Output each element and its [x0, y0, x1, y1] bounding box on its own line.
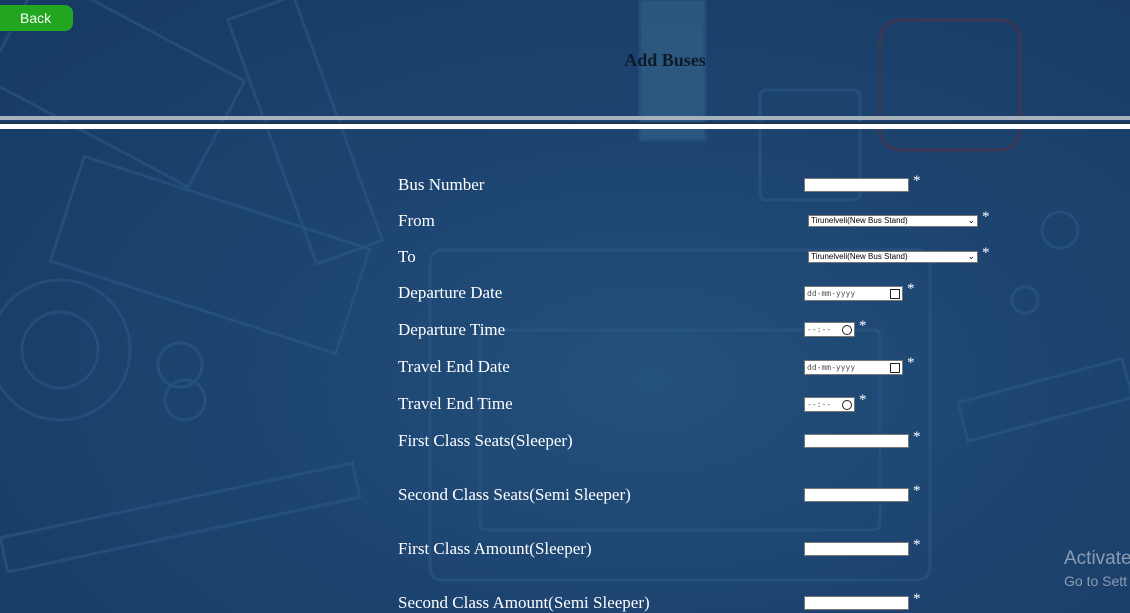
from-label: From — [398, 211, 435, 230]
travel-end-date-label: Travel End Date — [398, 357, 510, 376]
first-class-seats-input[interactable] — [804, 434, 909, 448]
from-select[interactable]: Tirunelveli(New Bus Stand) ⌄ — [808, 215, 978, 227]
required-marker: * — [859, 318, 867, 334]
second-class-amount-label: Second Class Amount(Semi Sleeper) — [398, 593, 650, 612]
chevron-down-icon: ⌄ — [967, 215, 975, 225]
first-class-seats-label: First Class Seats(Sleeper) — [398, 431, 573, 450]
activation-watermark-subtitle: Go to Sett — [1064, 573, 1128, 589]
to-select-value: Tirunelveli(New Bus Stand) — [811, 252, 908, 261]
departure-time-input[interactable]: --:-- — [804, 322, 855, 337]
first-class-amount-input[interactable] — [804, 542, 909, 556]
bus-number-input[interactable] — [804, 178, 909, 192]
activation-watermark-title: Activate — [1064, 548, 1130, 569]
from-select-value: Tirunelveli(New Bus Stand) — [811, 216, 908, 225]
to-label: To — [398, 247, 416, 266]
required-marker: * — [859, 392, 867, 408]
required-marker: * — [913, 173, 921, 189]
calendar-icon[interactable] — [890, 289, 900, 299]
travel-end-time-label: Travel End Time — [398, 394, 513, 413]
clock-icon[interactable] — [842, 325, 852, 335]
departure-time-placeholder: --:-- — [807, 325, 832, 334]
clock-icon[interactable] — [842, 400, 852, 410]
required-marker: * — [982, 245, 990, 261]
chevron-down-icon: ⌄ — [967, 251, 975, 261]
page-title: Add Buses — [624, 50, 706, 70]
travel-end-time-placeholder: --:-- — [807, 400, 832, 409]
second-class-seats-label: Second Class Seats(Semi Sleeper) — [398, 485, 631, 504]
background-image — [0, 0, 1130, 613]
required-marker: * — [907, 355, 915, 371]
second-class-amount-input[interactable] — [804, 596, 909, 610]
calendar-icon[interactable] — [890, 363, 900, 373]
departure-date-label: Departure Date — [398, 283, 503, 302]
departure-time-label: Departure Time — [398, 320, 506, 339]
tools-background-art — [0, 0, 1130, 582]
travel-end-time-input[interactable]: --:-- — [804, 397, 855, 412]
required-marker: * — [913, 591, 921, 607]
required-marker: * — [913, 537, 921, 553]
bus-number-label: Bus Number — [398, 175, 485, 194]
required-marker: * — [913, 483, 921, 499]
header-divider-light — [0, 124, 1130, 129]
back-button[interactable]: Back — [0, 5, 73, 31]
required-marker: * — [982, 209, 990, 225]
header-divider — [0, 116, 1130, 120]
departure-date-input[interactable]: dd-mm-yyyy — [804, 286, 903, 301]
required-marker: * — [907, 281, 915, 297]
second-class-seats-input[interactable] — [804, 488, 909, 502]
travel-end-date-input[interactable]: dd-mm-yyyy — [804, 360, 903, 375]
first-class-amount-label: First Class Amount(Sleeper) — [398, 539, 592, 558]
travel-end-date-placeholder: dd-mm-yyyy — [807, 363, 856, 372]
to-select[interactable]: Tirunelveli(New Bus Stand) ⌄ — [808, 251, 978, 263]
departure-date-placeholder: dd-mm-yyyy — [807, 289, 856, 298]
required-marker: * — [913, 429, 921, 445]
